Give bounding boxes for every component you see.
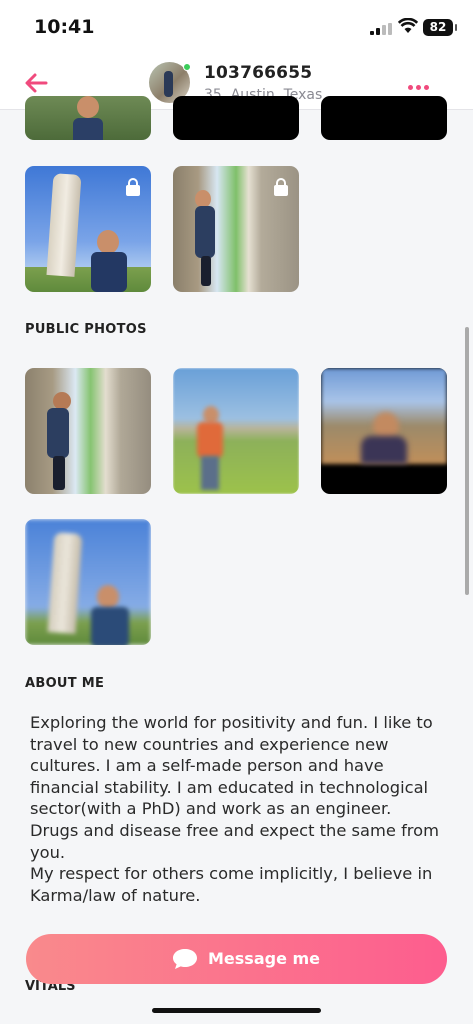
about-paragraph: Drugs and disease free and expect the sa… — [30, 820, 439, 862]
private-photo-thumbnail[interactable] — [25, 166, 151, 292]
scrollbar[interactable] — [465, 327, 469, 595]
private-photo-thumbnail[interactable] — [321, 96, 447, 140]
private-photo-thumbnail[interactable] — [173, 166, 299, 292]
private-photo-thumbnail[interactable] — [25, 96, 151, 140]
public-photo-thumbnail[interactable] — [321, 368, 447, 494]
cellular-signal-icon — [370, 23, 392, 35]
section-title-public-photos: PUBLIC PHOTOS — [25, 322, 147, 337]
public-photo-thumbnail[interactable] — [25, 368, 151, 494]
lock-icon — [126, 178, 140, 196]
online-indicator — [183, 63, 191, 71]
about-paragraph: Exploring the world for positivity and f… — [30, 713, 433, 819]
home-indicator[interactable] — [152, 1008, 321, 1013]
status-time: 10:41 — [34, 16, 95, 38]
public-photo-thumbnail[interactable] — [173, 368, 299, 494]
about-paragraph: My respect for others come implicitly, I… — [30, 864, 433, 905]
profile-screen: 10:41 82 103766655 35, Austin, Texas PUB… — [0, 0, 473, 1024]
private-photo-thumbnail[interactable] — [173, 96, 299, 140]
public-photo-thumbnail[interactable] — [25, 519, 151, 645]
status-bar: 10:41 82 — [0, 0, 473, 58]
lock-icon — [274, 178, 288, 196]
profile-username: 103766655 — [204, 63, 313, 83]
section-title-about-me: ABOUT ME — [25, 676, 105, 691]
about-me-text: Exploring the world for positivity and f… — [30, 712, 450, 906]
message-me-label: Message me — [208, 949, 321, 968]
back-arrow-icon[interactable] — [22, 68, 52, 98]
chat-bubble-icon — [173, 949, 197, 969]
battery-icon: 82 — [423, 19, 457, 36]
more-options-icon[interactable] — [408, 75, 434, 91]
wifi-icon — [398, 18, 418, 33]
message-me-button[interactable]: Message me — [26, 934, 447, 984]
